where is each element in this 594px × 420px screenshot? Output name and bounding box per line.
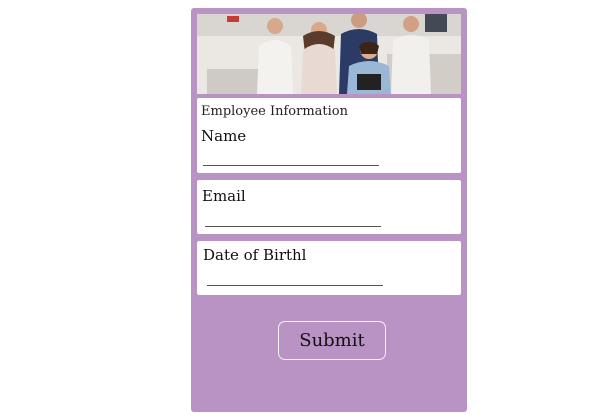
team-photo-banner (197, 14, 461, 94)
form-heading: Employee Information (201, 104, 349, 119)
employee-form-panel: Employee Information Name Email Date of … (191, 8, 467, 412)
team-photo-image (197, 14, 461, 94)
submit-button[interactable]: Submit (278, 321, 386, 360)
date-of-birth-label: Date of Birthl (203, 246, 307, 264)
date-of-birth-card: Date of Birthl (197, 241, 461, 295)
email-label: Email (202, 187, 246, 205)
name-input[interactable] (203, 147, 379, 166)
name-card: Employee Information Name (197, 98, 461, 173)
date-of-birth-input[interactable] (207, 267, 383, 286)
email-card: Email (197, 180, 461, 234)
email-input[interactable] (205, 208, 381, 227)
name-label: Name (201, 127, 247, 145)
